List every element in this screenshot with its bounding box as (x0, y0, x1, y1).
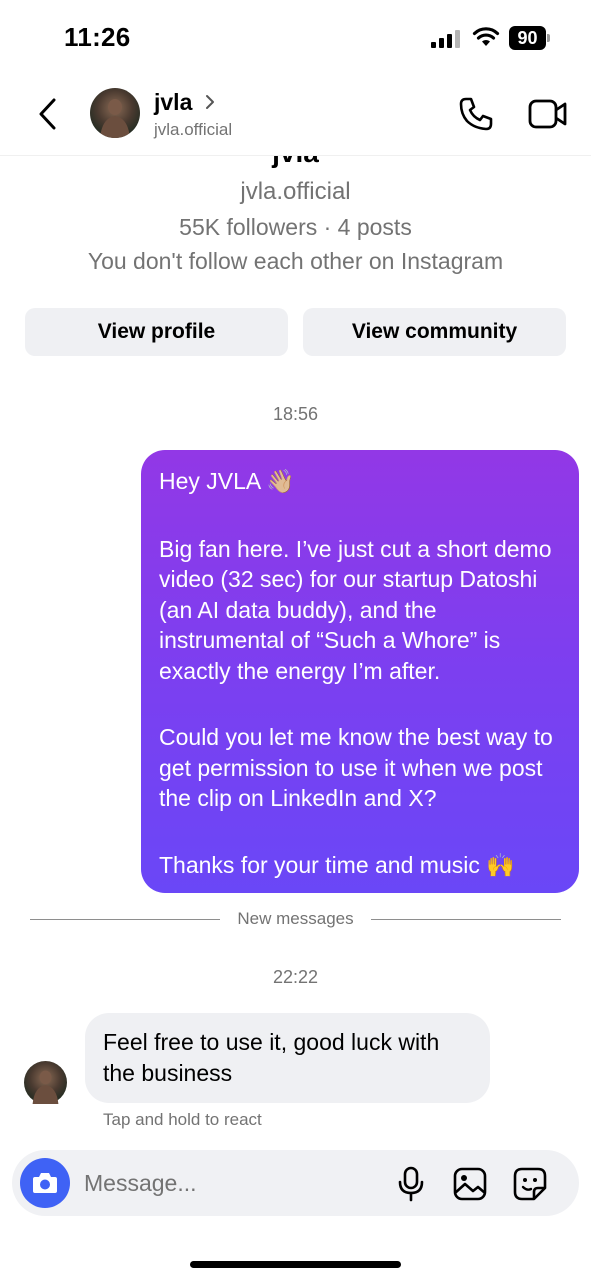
follow-status: You don't follow each other on Instagram (87, 248, 504, 274)
divider (30, 919, 220, 920)
view-community-button[interactable]: View community (303, 308, 566, 356)
avatar[interactable] (24, 1061, 67, 1104)
camera-button[interactable] (20, 1158, 70, 1208)
avatar-photo (100, 99, 130, 138)
phone-icon[interactable] (458, 96, 494, 132)
waving-hand-emoji: 👋🏼 (266, 469, 296, 495)
battery-icon: 90 (509, 26, 551, 50)
message-closing: Thanks for your time and music (159, 851, 480, 878)
message-paragraph: Could you let me know the best way to ge… (159, 724, 553, 811)
avatar-photo (32, 1070, 59, 1104)
view-profile-button[interactable]: View profile (25, 308, 288, 356)
received-message-bubble[interactable]: Feel free to use it, good luck with the … (85, 1013, 490, 1103)
timestamp: 22:22 (272, 967, 319, 987)
profile-stats: 55K followers · 4 posts (179, 214, 412, 240)
gallery-icon[interactable] (452, 1166, 488, 1202)
message-composer (12, 1150, 579, 1216)
signal-icon (431, 30, 460, 48)
status-bar: 11:26 90 (0, 0, 591, 72)
timestamp: 18:56 (272, 404, 319, 424)
chat-header: jvla jvla.official (0, 72, 591, 156)
message-paragraph: Hey JVLA 👋🏼 (159, 466, 561, 498)
battery-tip (547, 34, 550, 42)
video-camera-icon[interactable] (528, 98, 568, 130)
message-greeting: Hey JVLA (159, 468, 260, 494)
new-messages-label: New messages (237, 909, 354, 928)
battery-level: 90 (509, 26, 546, 50)
message-input[interactable] (84, 1166, 384, 1200)
message-paragraph: Thanks for your time and music 🙌 (159, 850, 561, 882)
raising-hands-emoji: 🙌 (486, 852, 515, 879)
sent-message-bubble[interactable]: Hey JVLA 👋🏼 Big fan here. I’ve just cut … (141, 450, 579, 893)
status-time: 11:26 (64, 22, 131, 52)
avatar[interactable] (90, 88, 140, 138)
microphone-icon[interactable] (396, 1166, 426, 1202)
wifi-icon (472, 27, 500, 46)
message-paragraph: Big fan here. I’ve just cut a short demo… (159, 535, 552, 684)
sticker-icon[interactable] (512, 1166, 548, 1202)
chevron-right-icon[interactable] (203, 93, 217, 111)
contact-handle[interactable]: jvla.official (154, 120, 232, 140)
back-icon[interactable] (34, 96, 62, 132)
profile-handle: jvla.official (240, 178, 351, 205)
camera-icon (33, 1173, 57, 1193)
contact-name[interactable]: jvla (154, 89, 192, 116)
divider (371, 919, 561, 920)
react-hint: Tap and hold to react (103, 1110, 262, 1129)
home-indicator[interactable] (190, 1261, 401, 1268)
